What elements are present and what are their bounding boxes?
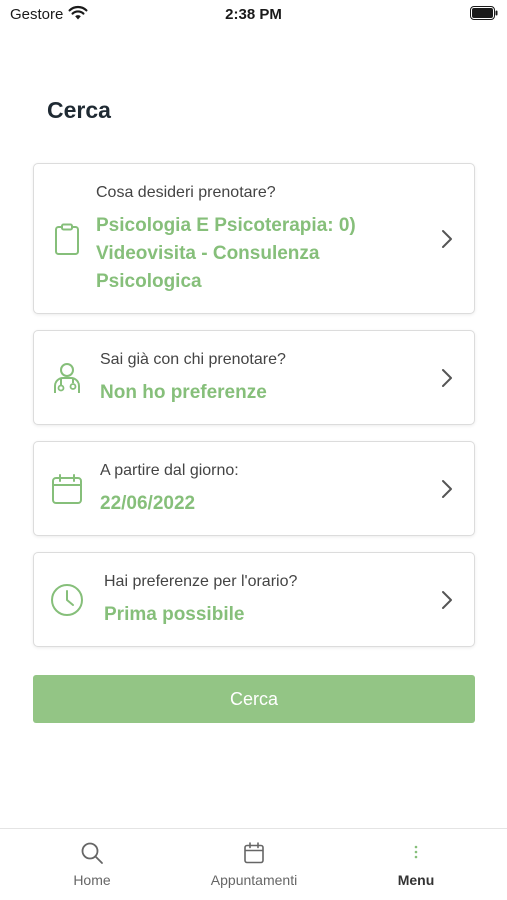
page-title: Cerca <box>47 97 111 123</box>
doctor-label: Sai già con chi prenotare? <box>100 351 286 368</box>
chevron-right-icon <box>442 480 452 498</box>
service-value: Psicologia E Psicoterapia: 0) Videovisit… <box>96 212 396 296</box>
search-button[interactable]: Cerca <box>33 675 475 723</box>
tab-appointments-label: Appuntamenti <box>210 872 298 888</box>
service-selector-card[interactable]: Cosa desideri prenotare? Psicologia E Ps… <box>33 163 475 314</box>
battery-icon <box>470 6 498 20</box>
time-label: Hai preferenze per l'orario? <box>104 573 298 590</box>
tab-home[interactable]: Home <box>40 829 144 900</box>
tab-bar: Home Appuntamenti Menu <box>0 828 507 900</box>
date-value: 22/06/2022 <box>100 493 196 514</box>
tab-menu[interactable]: Menu <box>364 829 468 900</box>
search-icon <box>81 842 103 864</box>
calendar-icon <box>244 842 264 864</box>
chevron-right-icon <box>442 230 452 248</box>
tab-home-label: Home <box>73 872 111 888</box>
service-value-line-3: Psicologica <box>96 271 202 292</box>
clock-icon <box>51 584 83 616</box>
service-label: Cosa desideri prenotare? <box>96 184 276 201</box>
service-value-line-2: Videovisita - Consulenza <box>96 243 320 264</box>
screen: Gestore 2:38 PM Cerca Cosa desideri pren… <box>0 0 507 900</box>
time-value: Prima possibile <box>104 604 245 625</box>
status-time: 2:38 PM <box>225 6 282 23</box>
date-selector-card[interactable]: A partire dal giorno: 22/06/2022 <box>33 441 475 536</box>
tab-menu-label: Menu <box>397 872 435 888</box>
status-bar: Gestore 2:38 PM <box>0 0 507 30</box>
chevron-right-icon <box>442 369 452 387</box>
doctor-icon <box>54 363 80 393</box>
time-selector-card[interactable]: Hai preferenze per l'orario? Prima possi… <box>33 552 475 647</box>
doctor-value: Non ho preferenze <box>100 382 267 403</box>
chevron-right-icon <box>442 591 452 609</box>
doctor-selector-card[interactable]: Sai già con chi prenotare? Non ho prefer… <box>33 330 475 425</box>
calendar-icon <box>52 474 82 504</box>
more-vertical-icon <box>414 845 418 859</box>
clipboard-icon <box>55 223 79 255</box>
service-value-line-1: Psicologia E Psicoterapia: 0) <box>96 215 356 236</box>
date-label: A partire dal giorno: <box>100 462 239 479</box>
tab-appointments[interactable]: Appuntamenti <box>193 829 315 900</box>
